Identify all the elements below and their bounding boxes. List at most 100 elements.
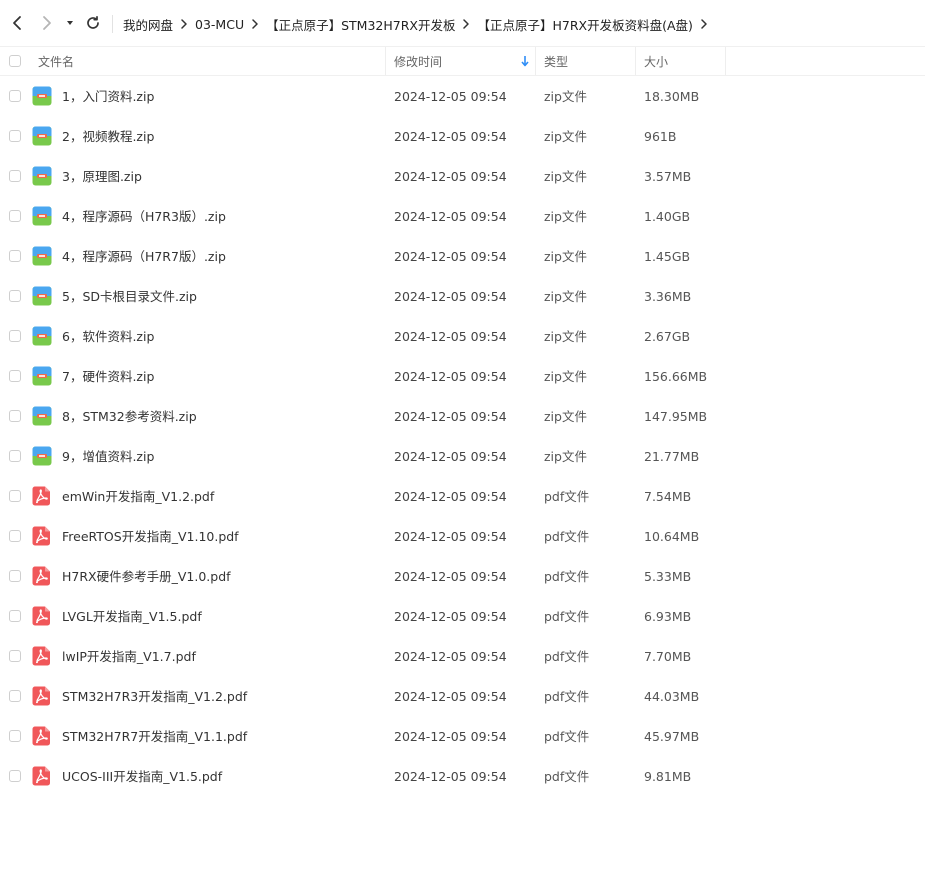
file-name[interactable]: 3，原理图.zip [62,157,142,197]
row-checkbox[interactable] [9,330,21,342]
file-type: zip文件 [544,449,587,464]
chevron-right-icon[interactable] [694,14,714,34]
file-row[interactable]: emWin开发指南_V1.2.pdf 2024-12-05 09:54 pdf文件 7… [0,477,925,517]
back-button[interactable] [6,12,28,34]
pdf-file-icon [32,766,52,786]
file-row[interactable]: lwIP开发指南_V1.7.pdf 2024-12-05 09:54 pdf文件 7.… [0,637,925,677]
file-row[interactable]: STM32H7R3开发指南_V1.2.pdf 2024-12-05 09:54 pd… [0,677,925,717]
pdf-file-icon [32,726,52,746]
sort-down-arrow-icon[interactable] [520,47,530,75]
column-resize-handle[interactable] [535,47,536,75]
file-size: 7.54MB [644,489,692,504]
file-name[interactable]: H7RX硬件参考手册_V1.0.pdf [62,557,231,597]
refresh-button[interactable] [82,12,104,34]
column-resize-handle[interactable] [635,47,636,75]
breadcrumb-item-my-drive[interactable]: 我的网盘 [123,15,173,34]
select-all-checkbox[interactable] [9,47,21,75]
chevron-right-icon [245,14,265,34]
column-header-modified[interactable]: 修改时间 [394,47,442,75]
file-size: 45.97MB [644,729,700,744]
file-modified-time: 2024-12-05 09:54 [394,89,507,104]
file-row[interactable]: FreeRTOS开发指南_V1.10.pdf 2024-12-05 09:54 pd… [0,517,925,557]
file-row[interactable]: 9，增值资料.zip 2024-12-05 09:54 zip文件 21.77MB [0,437,925,477]
file-name[interactable]: 5，SD卡根目录文件.zip [62,277,197,317]
row-checkbox[interactable] [9,690,21,702]
row-checkbox[interactable] [9,170,21,182]
row-checkbox[interactable] [9,530,21,542]
row-checkbox[interactable] [9,450,21,462]
toolbar-divider [112,15,113,33]
file-modified-time: 2024-12-05 09:54 [394,569,507,584]
row-checkbox[interactable] [9,250,21,262]
breadcrumb: 我的网盘 03-MCU 【正点原子】STM32H7RX开发板 【正点原子】H7R… [123,13,715,35]
file-name[interactable]: UCOS-III开发指南_V1.5.pdf [62,757,222,797]
zip-file-icon [32,206,52,226]
file-name[interactable]: 4，程序源码（H7R7版）.zip [62,237,226,277]
row-checkbox[interactable] [9,410,21,422]
file-size: 7.70MB [644,649,692,664]
row-checkbox[interactable] [9,730,21,742]
column-resize-handle[interactable] [385,47,386,75]
breadcrumb-item-mcu[interactable]: 03-MCU [195,17,244,32]
breadcrumb-item-current[interactable]: 【正点原子】H7RX开发板资料盘(A盘) [477,15,692,34]
forward-button[interactable] [36,12,58,34]
file-name[interactable]: 4，程序源码（H7R3版）.zip [62,197,226,237]
file-name[interactable]: STM32H7R3开发指南_V1.2.pdf [62,677,247,717]
file-modified-time: 2024-12-05 09:54 [394,129,507,144]
file-name[interactable]: STM32H7R7开发指南_V1.1.pdf [62,717,247,757]
file-row[interactable]: 8，STM32参考资料.zip 2024-12-05 09:54 zip文件 147.… [0,397,925,437]
file-name[interactable]: 7，硬件资料.zip [62,357,154,397]
file-row[interactable]: 4，程序源码（H7R3版）.zip 2024-12-05 09:54 zip文件 1.… [0,197,925,237]
file-name[interactable]: emWin开发指南_V1.2.pdf [62,477,214,517]
file-name[interactable]: 6，软件资料.zip [62,317,154,357]
file-name[interactable]: 1，入门资料.zip [62,77,154,117]
breadcrumb-item-board[interactable]: 【正点原子】STM32H7RX开发板 [266,15,455,34]
zip-file-icon [32,86,52,106]
file-row[interactable]: 3，原理图.zip 2024-12-05 09:54 zip文件 3.57MB [0,157,925,197]
row-checkbox[interactable] [9,210,21,222]
file-type: zip文件 [544,129,587,144]
caret-down-icon [67,21,73,25]
row-checkbox[interactable] [9,130,21,142]
row-checkbox[interactable] [9,490,21,502]
file-modified-time: 2024-12-05 09:54 [394,689,507,704]
column-header-size[interactable]: 大小 [644,47,668,75]
row-checkbox[interactable] [9,570,21,582]
file-name[interactable]: FreeRTOS开发指南_V1.10.pdf [62,517,239,557]
file-type: pdf文件 [544,689,590,704]
file-size: 1.40GB [644,209,691,224]
history-dropdown-button[interactable] [60,12,80,34]
file-modified-time: 2024-12-05 09:54 [394,209,507,224]
column-resize-handle[interactable] [725,47,726,75]
file-name[interactable]: 8，STM32参考资料.zip [62,397,197,437]
file-row[interactable]: LVGL开发指南_V1.5.pdf 2024-12-05 09:54 pdf文件 6.… [0,597,925,637]
file-row[interactable]: H7RX硬件参考手册_V1.0.pdf 2024-12-05 09:54 pdf文件… [0,557,925,597]
pdf-file-icon [32,566,52,586]
file-name[interactable]: lwIP开发指南_V1.7.pdf [62,637,196,677]
file-row[interactable]: 5，SD卡根目录文件.zip 2024-12-05 09:54 zip文件 3.36M… [0,277,925,317]
file-row[interactable]: 4，程序源码（H7R7版）.zip 2024-12-05 09:54 zip文件 1.… [0,237,925,277]
row-checkbox[interactable] [9,90,21,102]
zip-file-icon [32,406,52,426]
row-checkbox[interactable] [9,610,21,622]
file-size: 44.03MB [644,689,700,704]
column-header-type[interactable]: 类型 [544,47,568,75]
file-size: 3.57MB [644,169,692,184]
file-row[interactable]: 1，入门资料.zip 2024-12-05 09:54 zip文件 18.30MB [0,77,925,117]
row-checkbox[interactable] [9,770,21,782]
file-name[interactable]: LVGL开发指南_V1.5.pdf [62,597,202,637]
chevron-right-icon [174,14,194,34]
file-row[interactable]: UCOS-III开发指南_V1.5.pdf 2024-12-05 09:54 pdf… [0,757,925,797]
file-row[interactable]: STM32H7R7开发指南_V1.1.pdf 2024-12-05 09:54 pd… [0,717,925,757]
file-name[interactable]: 2，视频教程.zip [62,117,154,157]
file-name[interactable]: 9，增值资料.zip [62,437,154,477]
file-list: 1，入门资料.zip 2024-12-05 09:54 zip文件 18.30MB 2… [0,77,925,797]
row-checkbox[interactable] [9,650,21,662]
file-row[interactable]: 2，视频教程.zip 2024-12-05 09:54 zip文件 961B [0,117,925,157]
file-row[interactable]: 6，软件资料.zip 2024-12-05 09:54 zip文件 2.67GB [0,317,925,357]
row-checkbox[interactable] [9,370,21,382]
row-checkbox[interactable] [9,290,21,302]
file-row[interactable]: 7，硬件资料.zip 2024-12-05 09:54 zip文件 156.66MB [0,357,925,397]
pdf-file-icon [32,486,52,506]
column-header-name[interactable]: 文件名 [38,47,74,75]
